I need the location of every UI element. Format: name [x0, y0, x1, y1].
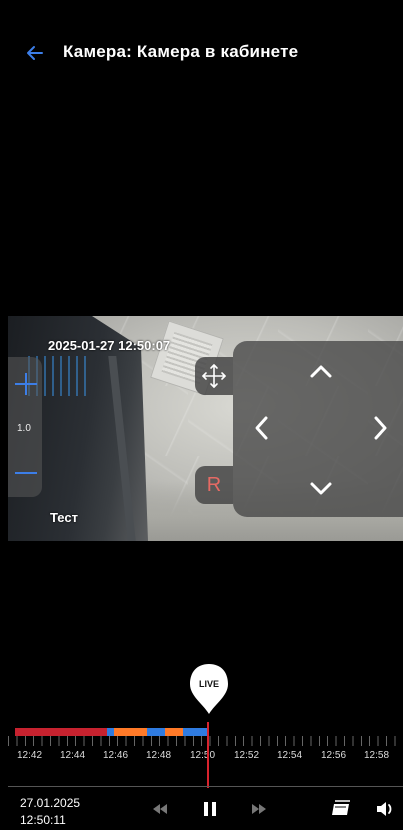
ptz-panel — [233, 341, 403, 517]
tick-label: 12:58 — [364, 750, 390, 761]
divider — [8, 786, 403, 787]
tick-label: 12:54 — [277, 750, 303, 761]
chevron-up-icon — [310, 365, 332, 378]
recording-segment-event — [146, 728, 165, 736]
tick-label: 12:50 — [190, 750, 216, 761]
page-title: Камера: Камера в кабинете — [63, 42, 299, 61]
fast-forward-button[interactable] — [245, 795, 273, 823]
tick-label: 12:52 — [234, 750, 260, 761]
recording-segment-motion — [164, 728, 184, 736]
chevron-left-icon — [255, 416, 268, 440]
tick-label: 12:46 — [103, 750, 129, 761]
timeline-ticks — [8, 736, 403, 746]
current-time: 12:50:11 — [20, 813, 66, 827]
tick-label: 12:42 — [17, 750, 43, 761]
rewind-button[interactable] — [146, 795, 174, 823]
ptz-left-button[interactable] — [247, 413, 277, 443]
pause-icon — [204, 802, 216, 816]
ptz-down-button[interactable] — [306, 473, 336, 503]
recording-segment-continuous — [15, 728, 107, 736]
arrow-left-icon — [27, 46, 43, 60]
rewind-icon — [153, 804, 167, 814]
volume-button[interactable] — [372, 795, 400, 823]
move-arrows-icon — [202, 364, 226, 388]
osd-timestamp: 2025-01-27 12:50:07 — [48, 338, 171, 353]
zoom-out-button[interactable] — [15, 462, 37, 484]
playback-controls: 27.01.2025 12:50:11 — [0, 788, 403, 830]
back-button[interactable] — [20, 38, 50, 68]
pause-button[interactable] — [196, 795, 224, 823]
volume-icon — [377, 802, 392, 816]
zoom-panel: 1.0 — [8, 357, 42, 497]
ptz-move-button[interactable] — [195, 357, 233, 395]
ptz-right-button[interactable] — [365, 413, 395, 443]
live-button[interactable]: LIVE — [186, 662, 232, 716]
header-bar: Камера: Камера в кабинете — [0, 0, 403, 100]
calendar-icon — [332, 800, 350, 815]
current-date: 27.01.2025 — [20, 796, 81, 810]
live-label: LIVE — [198, 679, 219, 689]
calendar-button[interactable] — [327, 795, 355, 823]
fast-forward-icon — [252, 804, 266, 814]
camera-screen: Камера: Камера в кабинете 2025-01-27 12:… — [0, 0, 403, 830]
ptz-up-button[interactable] — [306, 357, 336, 387]
tick-label: 12:56 — [321, 750, 347, 761]
zoom-in-button[interactable] — [15, 373, 37, 395]
zoom-level: 1.0 — [17, 423, 31, 434]
timeline[interactable]: 12:42 12:44 12:46 12:48 12:50 12:52 12:5… — [0, 722, 403, 788]
playhead[interactable] — [207, 722, 209, 788]
recording-segment-motion — [113, 728, 147, 736]
chevron-right-icon — [374, 416, 387, 440]
tick-label: 12:48 — [146, 750, 172, 761]
recording-segment-event — [106, 728, 114, 736]
recording-segment-event — [183, 728, 209, 736]
map-pin-icon — [190, 664, 228, 714]
ptz-reset-button[interactable]: R — [195, 466, 233, 504]
osd-camera-name: Тест — [50, 510, 78, 525]
chevron-down-icon — [310, 482, 332, 495]
tick-label: 12:44 — [60, 750, 86, 761]
